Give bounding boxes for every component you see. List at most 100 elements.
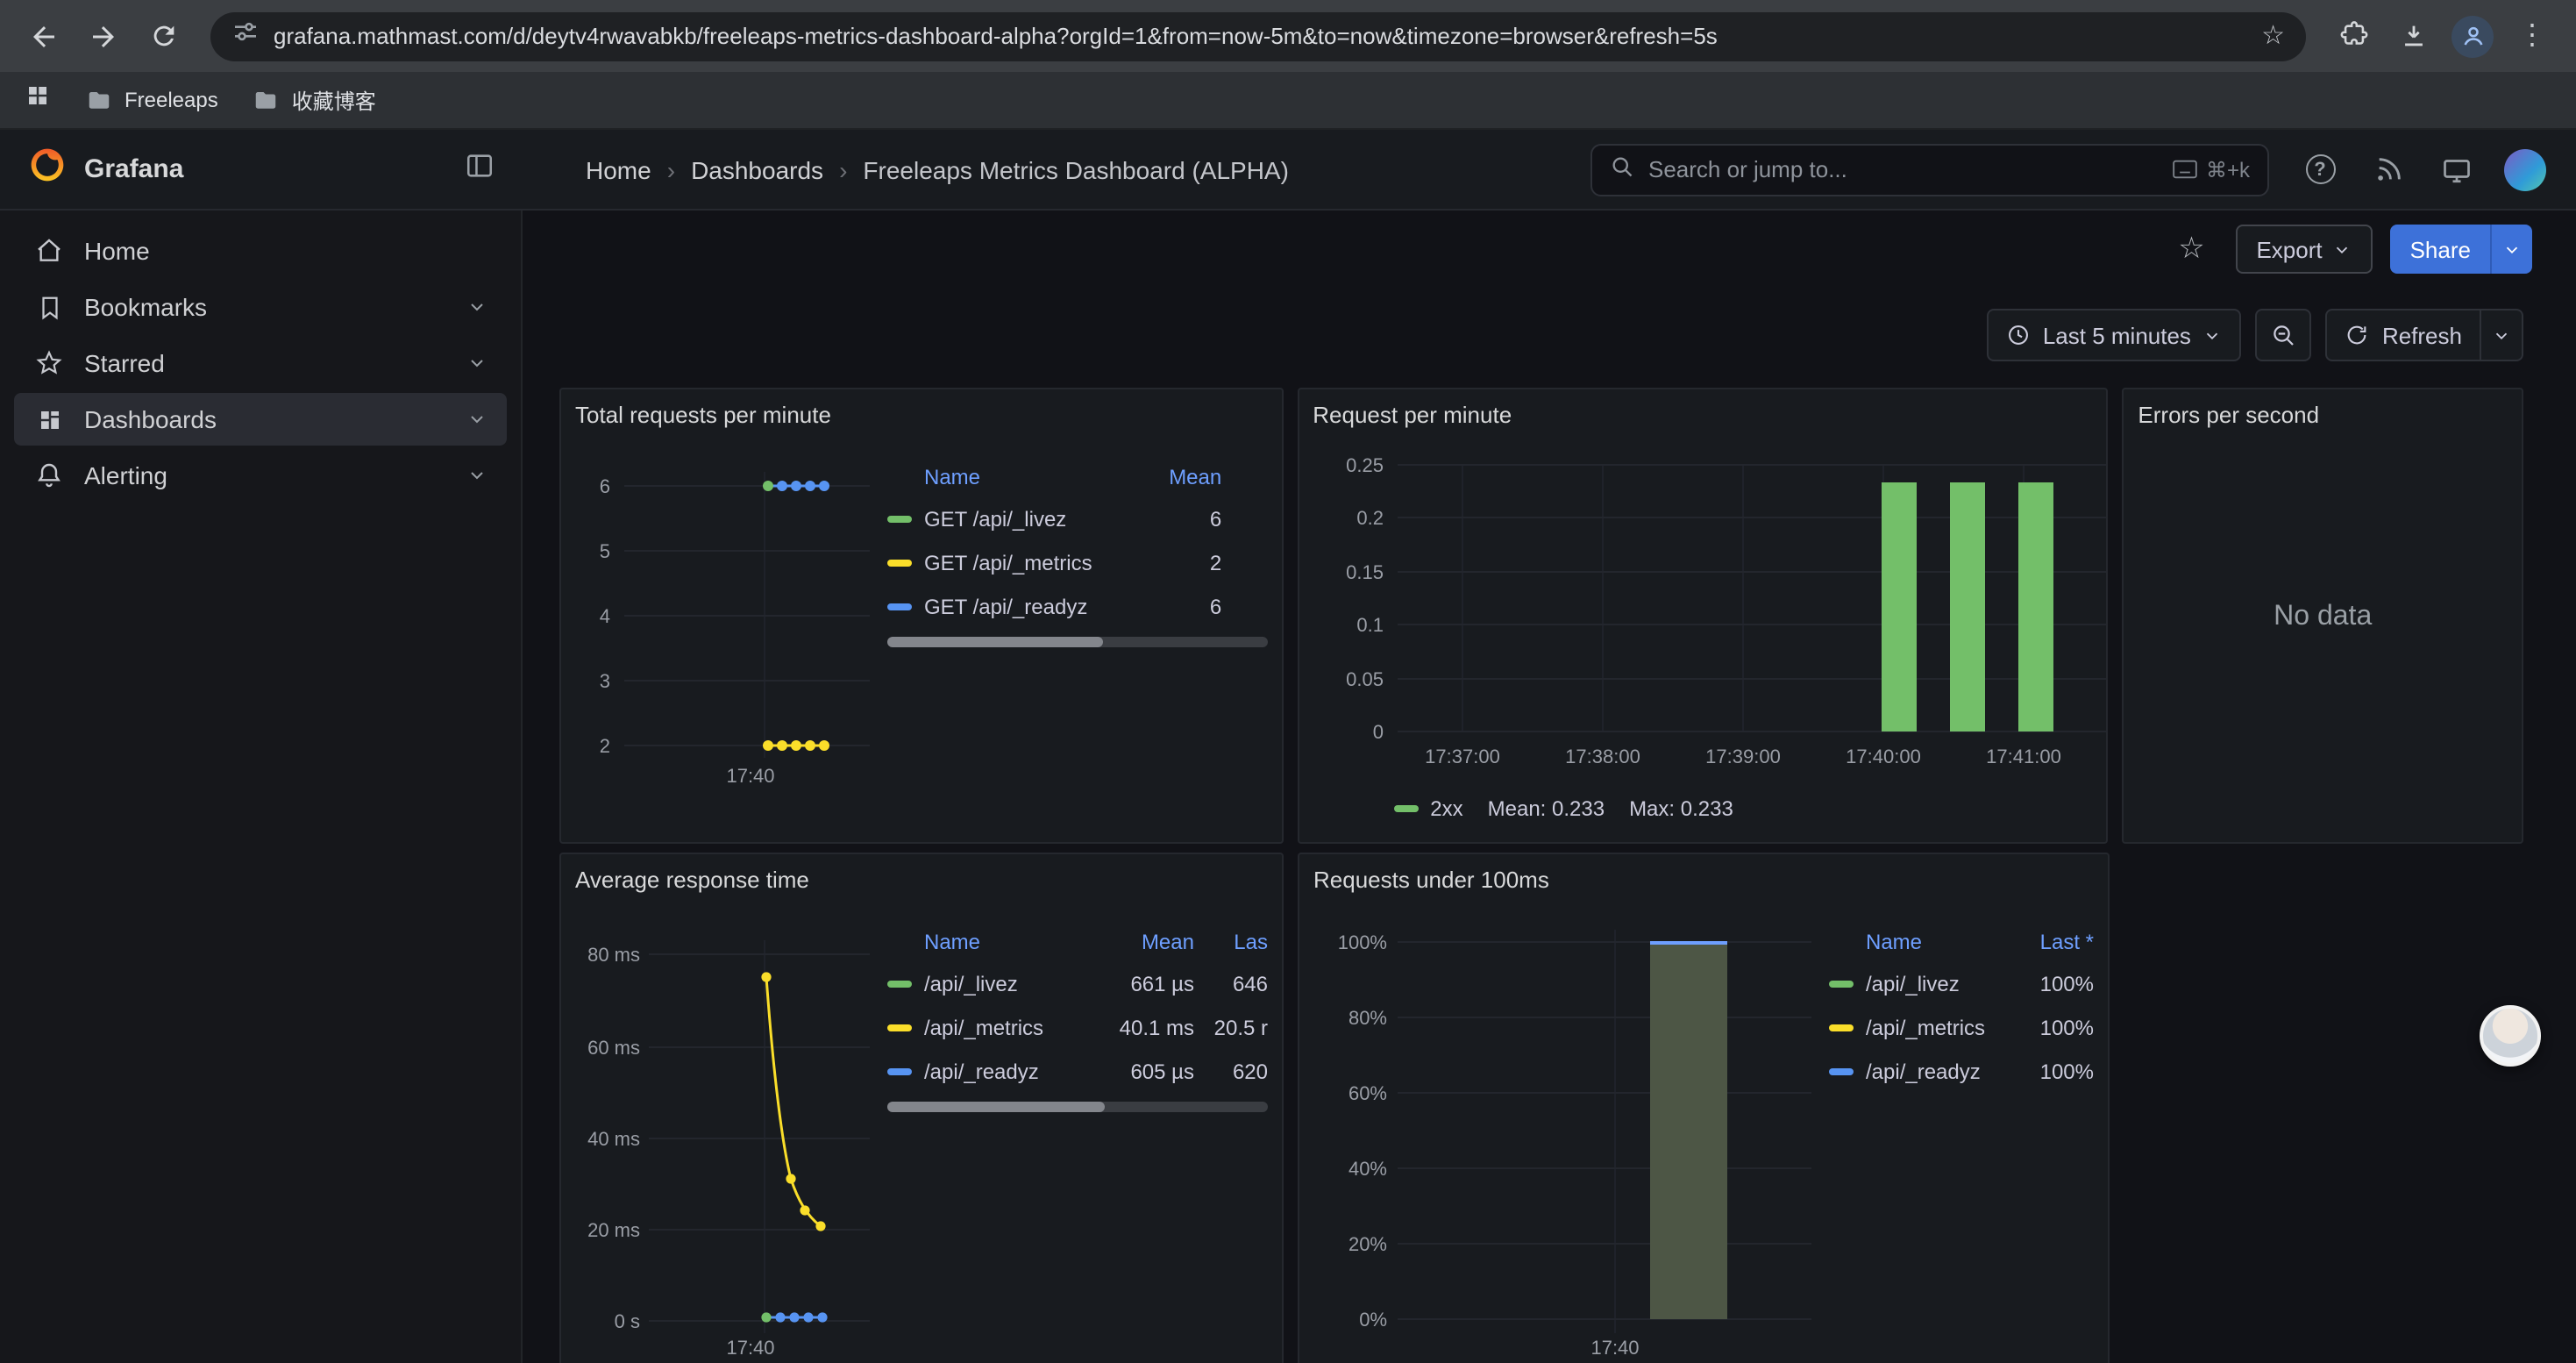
zoom-out-icon [2271,322,2297,348]
refresh-interval-caret[interactable] [2481,309,2523,361]
folder-icon [253,87,280,113]
site-controls-icon[interactable] [231,18,260,54]
svg-text:17:39:00: 17:39:00 [1704,746,1780,767]
legend-col-name[interactable]: Name [887,930,1085,954]
time-range-button[interactable]: Last 5 minutes [1987,309,2242,361]
search-icon [1610,154,1634,184]
display-icon[interactable] [2430,143,2483,196]
legend-row[interactable]: /api/_livez 100% [1829,961,2094,1005]
series-color-icon [887,603,912,610]
svg-text:17:37:00: 17:37:00 [1424,746,1499,767]
forward-button[interactable] [77,10,130,62]
legend-row[interactable]: /api/_metrics 100% [1829,1005,2094,1049]
svg-text:0 s: 0 s [615,1310,640,1332]
legend-col-mean[interactable]: Mean [1085,930,1194,954]
legend-row[interactable]: /api/_metrics 40.1 ms 20.5 r [887,1005,1268,1049]
legend-row[interactable]: /api/_readyz 605 µs 620 [887,1049,1268,1093]
legend-col-last[interactable]: Last * [2006,930,2094,954]
breadcrumb-dashboards[interactable]: Dashboards [691,155,823,183]
svg-text:80 ms: 80 ms [587,944,640,966]
scrollbar-thumb[interactable] [887,1102,1104,1112]
zoom-out-button[interactable] [2256,309,2312,361]
profile-avatar[interactable] [2499,143,2551,196]
dashboard-grid: Total requests per minute 6 [523,361,2576,1363]
legend-row[interactable]: GET /api/_readyz 6 [887,584,1267,628]
series-color-icon [1829,1024,1854,1031]
export-button[interactable]: Export [2235,225,2373,274]
legend-row[interactable]: /api/_readyz 100% [1829,1049,2094,1093]
legend-row[interactable]: GET /api/_livez 6 [887,496,1267,540]
svg-text:0: 0 [1372,721,1383,743]
share-button[interactable]: Share [2391,225,2490,274]
legend-table: Name Last * /api/_livez 100% /api/_metri… [1829,923,2094,1361]
panel-request-per-minute: Request per minute [1297,388,2108,844]
star-icon [33,349,65,377]
svg-text:40 ms: 40 ms [587,1128,640,1150]
chevron-down-icon[interactable] [466,296,487,318]
legend-col-last[interactable]: Las [1194,930,1268,954]
legend-row[interactable]: GET /api/_metrics 2 [887,540,1267,584]
legend-row[interactable]: /api/_livez 661 µs 646 [887,961,1268,1005]
back-button[interactable] [18,10,70,62]
share-caret-button[interactable] [2490,225,2532,274]
legend-item-2xx[interactable]: 2xx [1393,796,1462,821]
legend-scrollbar[interactable] [887,1102,1268,1112]
dashboards-grid-icon [33,406,65,432]
avg-response-chart: 80 ms 60 ms 40 ms 20 ms 0 s 17:40 [575,898,877,1361]
chevron-down-icon[interactable] [466,465,487,486]
panel-title[interactable]: Average response time [575,863,1268,898]
chevron-down-icon[interactable] [466,353,487,374]
legend-table: Name Mean GET /api/_livez 6 GET /api/_me… [887,458,1267,791]
chevron-down-icon[interactable] [466,409,487,430]
panel-title[interactable]: Errors per second [2138,398,2508,433]
panel-title[interactable]: Requests under 100ms [1313,863,2094,898]
extensions-icon[interactable] [2327,10,2380,62]
favorite-star-button[interactable]: ☆ [2165,223,2217,275]
legend-col-name[interactable]: Name [1829,930,2006,954]
panel-title[interactable]: Request per minute [1313,398,2092,433]
request-per-minute-chart: 0.25 0.2 0.15 0.1 0.05 0 17:37:00 17:38:… [1313,433,2108,784]
legend-scrollbar[interactable] [887,637,1267,647]
bookmark-folder-freeleaps[interactable]: Freeleaps [86,87,218,113]
breadcrumb-home[interactable]: Home [586,155,651,183]
sidebar-item-dashboards[interactable]: Dashboards [14,393,507,446]
help-icon[interactable]: ? [2294,143,2346,196]
scrollbar-thumb[interactable] [887,637,1104,647]
search-placeholder: Search or jump to... [1648,156,2159,182]
sidebar-item-alerting[interactable]: Alerting [14,449,507,502]
legend-col-mean[interactable]: Mean [1123,465,1221,489]
url-bar[interactable]: grafana.mathmast.com/d/deytv4rwavabkb/fr… [210,11,2306,61]
breadcrumb-current: Freeleaps Metrics Dashboard (ALPHA) [863,155,1289,183]
browser-toolbar: grafana.mathmast.com/d/deytv4rwavabkb/fr… [0,0,2576,72]
sidebar-item-starred[interactable]: Starred [14,337,507,389]
panel-avg-response-time: Average response time 80 ms [559,853,1284,1363]
legend-col-name[interactable]: Name [887,465,1123,489]
series-color-icon [887,559,912,566]
refresh-button[interactable]: Refresh [2326,309,2481,361]
browser-profile-avatar[interactable] [2446,10,2499,62]
bell-icon [33,461,65,489]
reload-button[interactable] [137,10,189,62]
sidebar-item-bookmarks[interactable]: Bookmarks [14,281,507,333]
browser-menu-icon[interactable]: ⋮ [2506,10,2558,62]
bookmark-folder-blog[interactable]: 收藏博客 [253,85,376,115]
breadcrumb: Home › Dashboards › Freeleaps Metrics Da… [586,155,1289,183]
sidebar-item-home[interactable]: Home [14,225,507,277]
downloads-icon[interactable] [2387,10,2439,62]
svg-text:3: 3 [600,670,610,692]
bookmark-star-icon[interactable]: ☆ [2261,23,2285,49]
panel-title[interactable]: Total requests per minute [575,398,1267,433]
dock-menu-icon[interactable] [465,150,495,189]
svg-text:20%: 20% [1348,1233,1387,1255]
under-100ms-chart: 100% 80% 60% 40% 20% 0% 17:40 [1313,898,1818,1361]
apps-grid-icon[interactable] [25,82,51,118]
total-requests-chart: 6 5 4 3 2 17:40 [575,433,877,791]
grafana-logo[interactable] [28,146,67,193]
search-input[interactable]: Search or jump to... ⌘+k [1590,143,2269,196]
folder-icon [86,87,112,113]
svg-text:17:40: 17:40 [1590,1337,1639,1359]
news-rss-icon[interactable] [2362,143,2415,196]
svg-text:2: 2 [600,735,610,757]
svg-text:17:40: 17:40 [726,1337,774,1359]
assistant-avatar[interactable] [2480,1005,2541,1067]
